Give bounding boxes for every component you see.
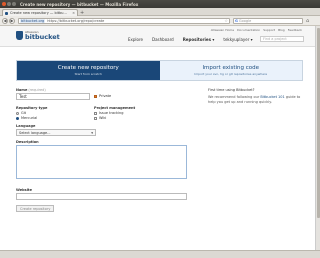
browser-tab[interactable]: Create new repository — bitbu... × bbox=[2, 9, 78, 16]
import-tab-subtitle: Import your svn, hg or git repositories … bbox=[194, 72, 268, 76]
util-link-support[interactable]: Support bbox=[263, 28, 275, 32]
mercurial-label: Mercurial bbox=[21, 116, 38, 120]
bitbucket-logo[interactable]: Atlassian bitbucket bbox=[16, 31, 60, 41]
git-radio[interactable] bbox=[16, 111, 19, 115]
project-management-label: Project management bbox=[94, 106, 136, 110]
repo-mode-tabs: Create new repository Start from scratch… bbox=[16, 60, 303, 81]
wiki-checkbox[interactable] bbox=[94, 116, 97, 120]
help-sidebar: First time using Bitbucket? We recommend… bbox=[208, 88, 303, 105]
page-viewport: Atlassian bitbucket Atlassian Home Docum… bbox=[0, 26, 320, 250]
type-git-option[interactable]: Git bbox=[16, 111, 26, 115]
url-bar[interactable]: bitbucket.org https://bitbucket.org/repo… bbox=[18, 17, 230, 24]
description-label: Description bbox=[16, 140, 39, 144]
website-label: Website bbox=[16, 188, 32, 192]
issue-tracking-label: Issue tracking bbox=[99, 111, 124, 115]
window-title: Create new repository — bitbucket — Mozi… bbox=[20, 1, 139, 7]
website-input[interactable] bbox=[16, 193, 187, 200]
private-label: Private bbox=[99, 94, 112, 98]
issue-tracking-option[interactable]: Issue tracking bbox=[94, 111, 123, 115]
tab-import-existing[interactable]: Import existing code Import your svn, hg… bbox=[159, 61, 302, 80]
utility-links: Atlassian Home Documentation Support Blo… bbox=[211, 28, 302, 32]
language-label: Language bbox=[16, 124, 36, 128]
bucket-icon bbox=[16, 31, 23, 41]
name-label: Name(required) bbox=[16, 88, 46, 92]
tab-strip: Create new repository — bitbu... × + bbox=[0, 8, 320, 16]
tab-create-new[interactable]: Create new repository Start from scratch bbox=[17, 61, 160, 80]
util-link-atlassian-home[interactable]: Atlassian Home bbox=[211, 28, 234, 32]
util-link-documentation[interactable]: Documentation bbox=[237, 28, 260, 32]
forward-button[interactable]: ▶ bbox=[9, 17, 15, 24]
required-hint: (required) bbox=[28, 88, 46, 92]
sidebar-title: First time using Bitbucket? bbox=[208, 88, 255, 92]
status-bar bbox=[0, 250, 320, 258]
close-window-button[interactable] bbox=[2, 2, 6, 6]
select-arrow-icon: ▾ bbox=[91, 131, 93, 135]
wiki-option[interactable]: Wiki bbox=[94, 116, 106, 120]
git-label: Git bbox=[21, 111, 27, 115]
name-label-text: Name bbox=[16, 88, 28, 92]
navigation-toolbar: ◀ ▶ bitbucket.org https://bitbucket.org/… bbox=[0, 16, 320, 26]
sidebar-text: We recommend following our Bitbucket 101… bbox=[208, 95, 303, 105]
home-icon[interactable]: ⌂ bbox=[306, 18, 309, 24]
bookmark-star-icon[interactable]: ☆ bbox=[224, 18, 228, 23]
search-input[interactable]: G Google bbox=[233, 17, 303, 24]
tab-label: Create new repository — bitbu... bbox=[10, 11, 67, 15]
bitbucket-favicon-icon bbox=[5, 11, 8, 15]
create-tab-title: Create new repository bbox=[57, 65, 119, 71]
main-nav: Explore Dashboard Repositories ▾ tekkyup… bbox=[128, 37, 253, 42]
back-button[interactable]: ◀ bbox=[2, 17, 8, 24]
type-mercurial-option[interactable]: Mercurial bbox=[16, 116, 37, 120]
language-select[interactable]: Select language... ▾ bbox=[16, 129, 96, 136]
util-link-blog[interactable]: Blog bbox=[278, 28, 285, 32]
search-placeholder: Google bbox=[238, 18, 252, 23]
mercurial-radio[interactable] bbox=[16, 116, 19, 120]
tab-close-icon[interactable]: × bbox=[72, 11, 75, 15]
page-scrollbar[interactable] bbox=[315, 26, 320, 250]
find-project-input[interactable]: Find a project bbox=[260, 36, 304, 42]
wiki-label: Wiki bbox=[99, 116, 107, 120]
sidebar-text-prefix: We recommend following our bbox=[208, 95, 260, 99]
private-checkbox-row[interactable]: Private bbox=[94, 94, 111, 98]
import-tab-title: Import existing code bbox=[202, 65, 260, 71]
util-link-feedback[interactable]: Feedback bbox=[288, 28, 302, 32]
minimize-window-button[interactable] bbox=[7, 2, 11, 6]
create-tab-subtitle: Start from scratch bbox=[74, 72, 102, 76]
name-input[interactable]: Test bbox=[16, 93, 90, 100]
language-selected: Select language... bbox=[19, 131, 51, 135]
window-titlebar: Create new repository — bitbucket — Mozi… bbox=[0, 0, 320, 8]
logo-name: bitbucket bbox=[25, 33, 60, 41]
site-header: Atlassian bitbucket Atlassian Home Docum… bbox=[0, 26, 320, 47]
repo-type-label: Repository type bbox=[16, 106, 48, 110]
nav-dashboard[interactable]: Dashboard bbox=[152, 37, 174, 42]
nav-user-menu[interactable]: tekkyuplayer ▾ bbox=[223, 37, 252, 42]
url-text: https://bitbucket.org/repo/create bbox=[47, 18, 105, 23]
private-checkbox[interactable] bbox=[94, 94, 97, 98]
maximize-window-button[interactable] bbox=[12, 2, 16, 6]
site-identity-badge[interactable]: bitbucket.org bbox=[20, 18, 46, 23]
bitbucket-101-link[interactable]: Bitbucket 101 bbox=[260, 95, 284, 99]
google-icon[interactable]: G bbox=[235, 19, 238, 23]
nav-repositories[interactable]: Repositories ▾ bbox=[183, 37, 215, 42]
issue-tracking-checkbox[interactable] bbox=[94, 111, 97, 115]
description-textarea[interactable] bbox=[16, 145, 187, 179]
nav-explore[interactable]: Explore bbox=[128, 37, 143, 42]
create-repository-button[interactable]: Create repository bbox=[16, 205, 55, 212]
